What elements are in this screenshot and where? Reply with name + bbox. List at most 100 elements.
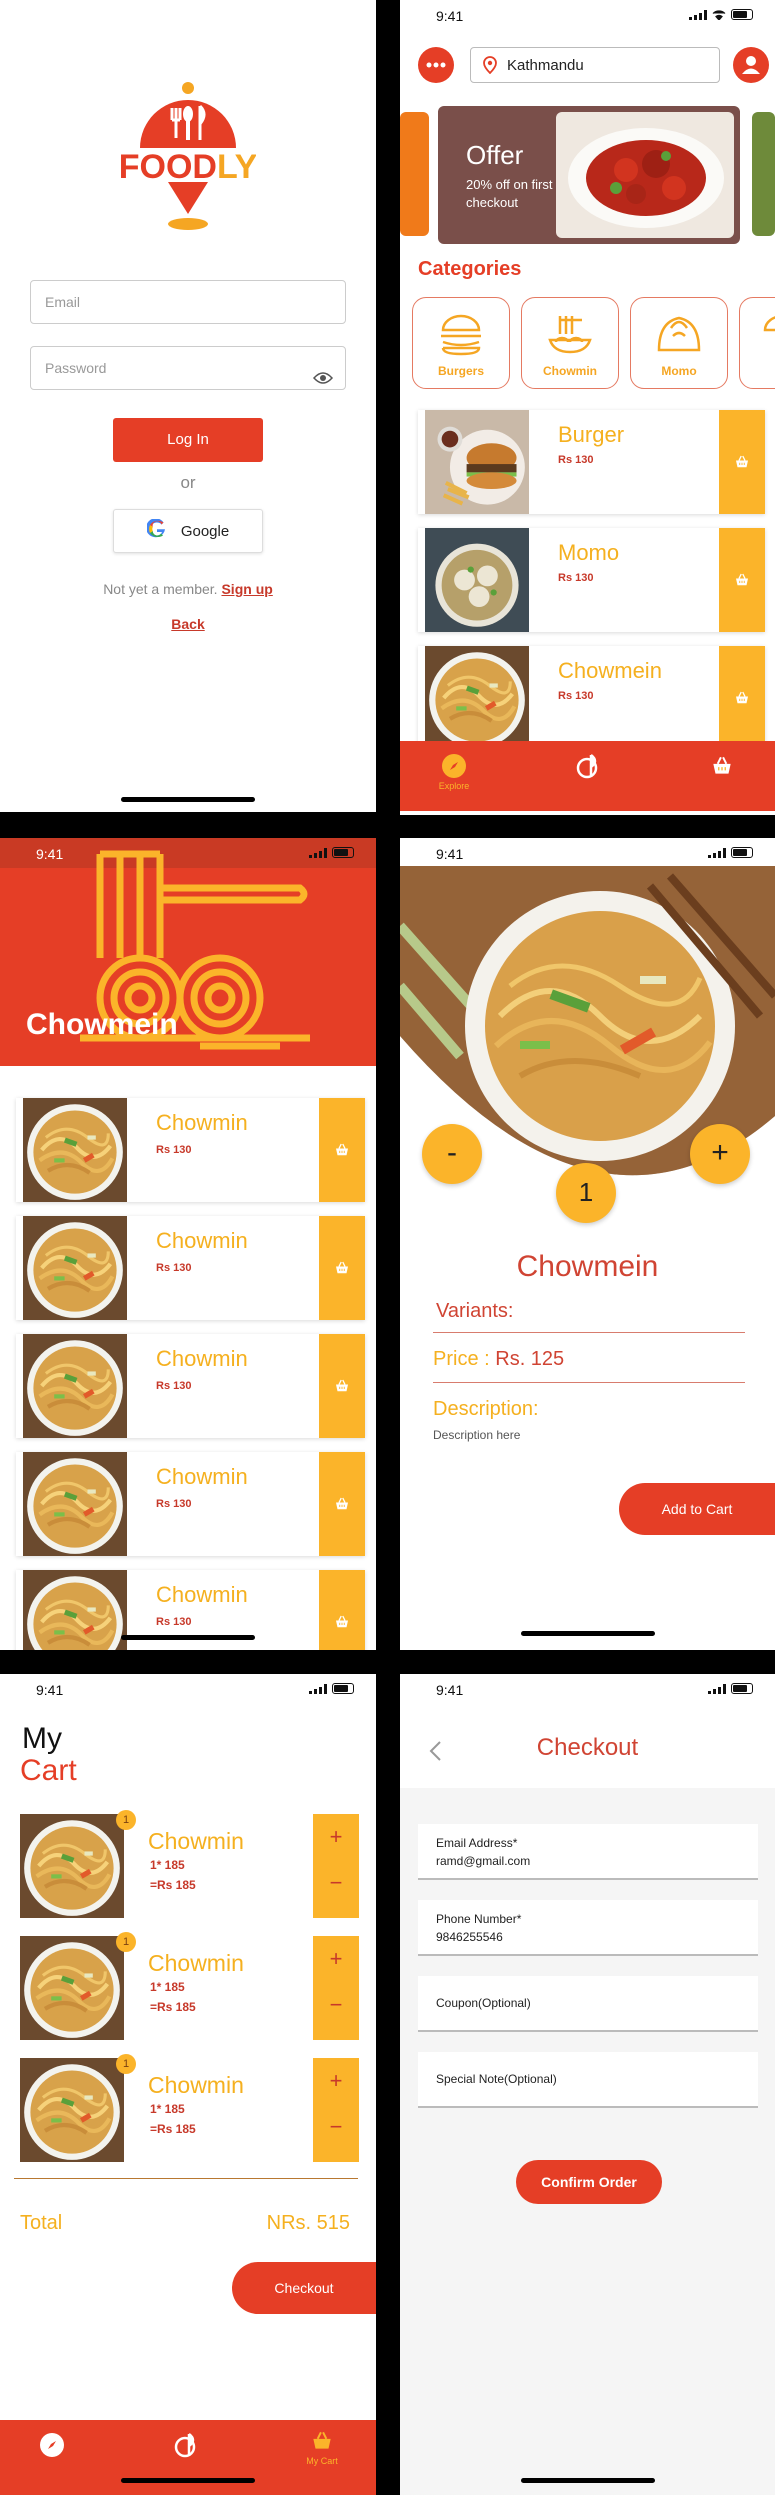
offer-card[interactable]: Offer 20% off on first checkout: [438, 106, 740, 244]
food-name: Chowmein: [558, 658, 662, 683]
home-indicator: [520, 1631, 655, 1636]
password-input[interactable]: Password: [30, 346, 346, 390]
eye-icon[interactable]: [312, 360, 334, 402]
signal-icon: [309, 1683, 327, 1694]
add-to-cart-button[interactable]: [319, 1216, 365, 1320]
status-time: 9:41: [436, 8, 464, 24]
category-label: Chowmin: [543, 364, 597, 378]
special-note-field[interactable]: Special Note(Optional): [418, 2052, 758, 2108]
phone-field[interactable]: Phone Number* 9846255546: [418, 1900, 758, 1956]
back-link[interactable]: Back: [0, 616, 376, 632]
email-field[interactable]: Email Address* ramd@gmail.com: [418, 1824, 758, 1880]
category-chowmin[interactable]: Chowmin: [521, 297, 619, 389]
cart-icon: [313, 2431, 331, 2449]
signup-link[interactable]: Sign up: [221, 581, 272, 597]
checkout-button[interactable]: Checkout: [232, 2262, 376, 2314]
cart-item-image: [12, 2058, 132, 2162]
nav-restaurants[interactable]: [156, 2432, 216, 2460]
confirm-order-button[interactable]: Confirm Order: [516, 2160, 662, 2204]
compass-icon: [40, 2433, 64, 2457]
cart-icon: [712, 756, 732, 775]
nav-restaurants[interactable]: [558, 753, 618, 781]
profile-button[interactable]: [733, 47, 769, 83]
basket-icon: [735, 573, 749, 586]
increase-quantity-button[interactable]: +: [690, 1124, 750, 1184]
cart-item-name: Chowmin: [148, 1950, 244, 1976]
status-time: 9:41: [36, 846, 64, 862]
burger-icon: [441, 314, 481, 356]
momo-image: [418, 528, 536, 632]
or-divider: or: [180, 473, 196, 492]
decrease-quantity-button[interactable]: -: [422, 1124, 482, 1184]
cart-title-line2: Cart: [20, 1754, 77, 1787]
decrease-button[interactable]: −: [313, 1972, 359, 2018]
divider: [14, 2178, 358, 2179]
food-row-burger[interactable]: Burger Rs 130: [418, 410, 765, 514]
status-bar: 9:41: [400, 838, 775, 868]
status-bar: 9:41: [400, 0, 775, 30]
decrease-button[interactable]: −: [313, 2094, 359, 2140]
wifi-icon: [712, 9, 726, 20]
nav-explore[interactable]: Explore: [424, 753, 484, 791]
nav-cart[interactable]: [692, 753, 752, 781]
food-row-momo[interactable]: Momo Rs 130: [418, 528, 765, 632]
status-time: 9:41: [436, 1682, 464, 1698]
nav-cart[interactable]: My Cart: [292, 2428, 352, 2466]
cart-item-qty: 1* 185: [150, 1858, 185, 1872]
category-hero: 9:41 Chowmein: [0, 838, 376, 1066]
more-icon: [426, 62, 446, 68]
login-button[interactable]: Log In: [113, 418, 263, 462]
chowmin-image: [16, 1216, 134, 1320]
email-input[interactable]: Email: [30, 280, 346, 324]
chowmin-image: [16, 1452, 134, 1556]
home-indicator: [121, 797, 255, 802]
decrease-button[interactable]: −: [313, 1850, 359, 1896]
menu-button[interactable]: [418, 47, 454, 83]
cart-item-image: [12, 1814, 132, 1918]
list-item[interactable]: Chowmin Rs 130: [16, 1334, 365, 1438]
food-row-chowmein[interactable]: Chowmein Rs 130: [418, 646, 765, 750]
bottom-nav: Explore: [400, 741, 775, 811]
location-input[interactable]: Kathmandu: [470, 47, 720, 83]
list-item[interactable]: Chowmin Rs 130: [16, 1216, 365, 1320]
increase-button[interactable]: +: [313, 2058, 359, 2094]
category-momo[interactable]: Momo: [630, 297, 728, 389]
add-to-cart-button[interactable]: [319, 1334, 365, 1438]
category-burgers[interactable]: Burgers: [412, 297, 510, 389]
increase-button[interactable]: +: [313, 1936, 359, 1972]
food-price: Rs 130: [156, 1616, 192, 1628]
divider: [433, 1382, 745, 1383]
bottom-nav: My Cart: [0, 2420, 376, 2495]
status-bar: 9:41: [0, 1674, 376, 1704]
add-to-cart-button[interactable]: [719, 646, 765, 750]
increase-button[interactable]: +: [313, 1814, 359, 1850]
add-to-cart-button[interactable]: [319, 1098, 365, 1202]
add-to-cart-button[interactable]: [319, 1570, 365, 1650]
cart-screen: 9:41 My Cart 1 Chowmin 1* 185 =Rs 185 + …: [0, 1674, 376, 2495]
signup-prompt: Not yet a member. Sign up: [0, 581, 376, 597]
total-label: Total: [20, 2212, 63, 2234]
nav-explore[interactable]: [22, 2432, 82, 2460]
cart-item-name: Chowmin: [148, 1828, 244, 1854]
chowmin-image: [16, 1334, 134, 1438]
categories-title: Categories: [418, 258, 522, 280]
add-to-cart-button[interactable]: Add to Cart: [619, 1483, 775, 1535]
add-to-cart-button[interactable]: [719, 528, 765, 632]
cart-item-controls: + −: [313, 2058, 359, 2162]
list-item[interactable]: Chowmin Rs 130: [16, 1098, 365, 1202]
basket-icon: [335, 1379, 349, 1392]
list-item[interactable]: Chowmin Rs 130: [16, 1452, 365, 1556]
status-icons: [309, 847, 354, 858]
add-to-cart-button[interactable]: [319, 1452, 365, 1556]
coupon-field[interactable]: Coupon(Optional): [418, 1976, 758, 2032]
offer-card-prev[interactable]: [400, 112, 429, 236]
google-button[interactable]: Google: [113, 509, 263, 553]
food-price: Rs 130: [558, 454, 594, 466]
variants-label: Variants:: [436, 1300, 514, 1322]
offer-card-next[interactable]: [752, 112, 775, 236]
food-price: Rs 130: [156, 1380, 192, 1392]
category-more[interactable]: [739, 297, 775, 389]
description-label: Description:: [433, 1398, 539, 1420]
category-screen: 9:41 Chowmein Chowmin Rs 130 Chowmin Rs …: [0, 838, 376, 1650]
add-to-cart-button[interactable]: [719, 410, 765, 514]
